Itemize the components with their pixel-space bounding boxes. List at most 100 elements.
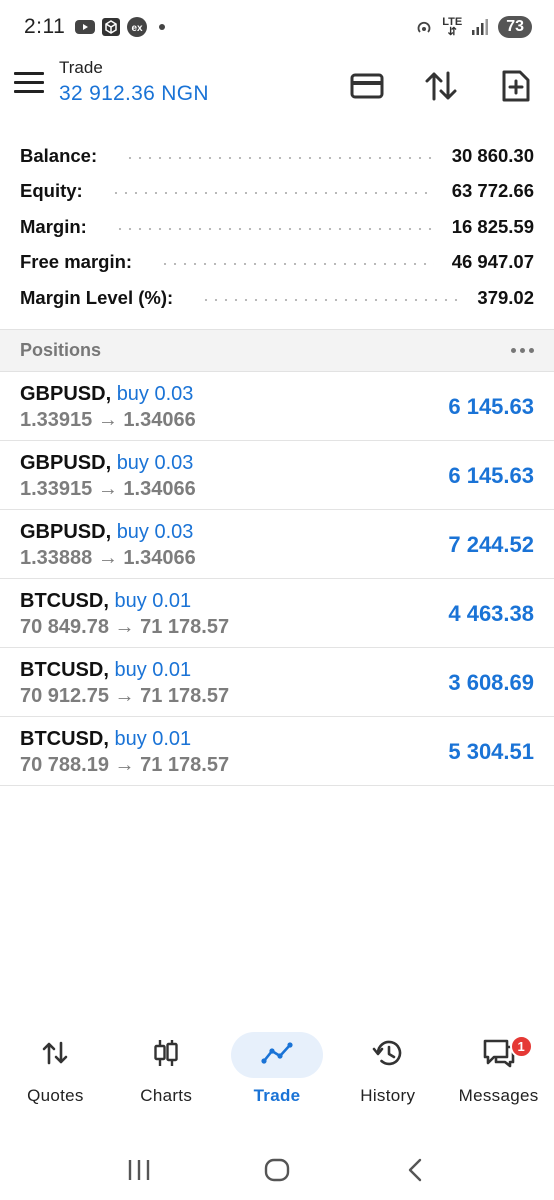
- position-open-price: 1.33915: [20, 478, 93, 500]
- summary-value: 30 860.30: [451, 144, 534, 166]
- status-time: 2:11: [24, 15, 66, 38]
- summary-value: 63 772.66: [451, 180, 534, 202]
- nav-messages[interactable]: 1 Messages: [443, 1028, 554, 1118]
- summary-label: Balance:: [20, 144, 98, 166]
- back-icon[interactable]: [395, 1150, 435, 1190]
- position-symbol: GBPUSD,: [20, 452, 112, 474]
- position-current-price: 71 178.57: [140, 754, 230, 776]
- position-open-price: 70 788.19: [20, 754, 109, 776]
- top-app-bar: Trade 32 912.36 NGN: [0, 54, 554, 118]
- position-open-price: 1.33888: [20, 547, 93, 569]
- arrow-right-icon: →: [114, 754, 135, 776]
- summary-row-equity: Equity: 63 772.66: [0, 174, 554, 210]
- dotted-leader: [160, 263, 434, 266]
- position-symbol: BTCUSD,: [20, 728, 109, 750]
- system-nav-bar: [0, 1140, 554, 1200]
- summary-row-free-margin: Free margin: 46 947.07: [0, 245, 554, 281]
- dotted-leader: [110, 192, 434, 195]
- nav-trade[interactable]: Trade: [222, 1028, 333, 1118]
- summary-label: Free margin:: [20, 251, 133, 273]
- position-current-price: 1.34066: [123, 478, 196, 500]
- position-side: buy 0.03: [116, 521, 194, 543]
- arrow-right-icon: →: [97, 547, 118, 569]
- position-row[interactable]: GBPUSD, buy 0.03 1.33915 → 1.34066 6 145…: [0, 441, 554, 510]
- position-current-price: 1.34066: [123, 547, 196, 569]
- position-symbol: BTCUSD,: [20, 659, 109, 681]
- nav-label: Trade: [253, 1086, 301, 1105]
- arrow-right-icon: →: [114, 685, 135, 707]
- bottom-nav: Quotes Charts Trade History 1 Messages: [0, 1028, 554, 1118]
- sort-arrows-icon[interactable]: [421, 66, 461, 106]
- summary-label: Margin Level (%):: [20, 286, 174, 308]
- status-notification-icons: ex: [75, 17, 166, 37]
- position-row[interactable]: GBPUSD, buy 0.03 1.33888 → 1.34066 7 244…: [0, 510, 554, 579]
- position-side: buy 0.01: [114, 728, 192, 750]
- candlestick-icon: [153, 1039, 179, 1072]
- position-side: buy 0.03: [116, 383, 194, 405]
- position-current-price: 1.34066: [123, 409, 196, 431]
- positions-header: Positions: [0, 329, 554, 372]
- position-side: buy 0.03: [116, 452, 194, 474]
- position-current-price: 71 178.57: [140, 685, 230, 707]
- positions-title: Positions: [20, 340, 102, 360]
- nav-quotes[interactable]: Quotes: [0, 1028, 111, 1118]
- new-order-icon[interactable]: [496, 66, 536, 106]
- position-profit: 6 145.63: [448, 394, 534, 419]
- nav-history[interactable]: History: [332, 1028, 443, 1118]
- dotted-leader: [125, 156, 434, 159]
- card-icon[interactable]: [347, 66, 387, 106]
- position-open-price: 1.33915: [20, 409, 93, 431]
- summary-value: 379.02: [477, 286, 534, 308]
- messages-badge: 1: [509, 1035, 533, 1058]
- battery-icon: 73: [498, 16, 532, 38]
- position-profit: 4 463.38: [448, 601, 534, 626]
- nav-charts[interactable]: Charts: [111, 1028, 222, 1118]
- position-row[interactable]: BTCUSD, buy 0.01 70 788.19 → 71 178.57 5…: [0, 717, 554, 786]
- summary-row-balance: Balance: 30 860.30: [0, 138, 554, 174]
- status-system-icons: LTE ⇵ 73: [414, 16, 532, 38]
- ex-app-label: ex: [132, 23, 144, 34]
- summary-label: Equity:: [20, 180, 83, 202]
- position-row[interactable]: BTCUSD, buy 0.01 70 849.78 → 71 178.57 4…: [0, 579, 554, 648]
- arrow-right-icon: →: [97, 409, 118, 431]
- hamburger-menu-icon[interactable]: [14, 72, 44, 96]
- positions-list: GBPUSD, buy 0.03 1.33915 → 1.34066 6 145…: [0, 372, 554, 786]
- recent-apps-icon[interactable]: [119, 1150, 159, 1190]
- position-profit: 3 608.69: [448, 670, 534, 695]
- youtube-icon: [75, 17, 96, 37]
- app-cube-icon: [101, 17, 121, 37]
- status-bar: 2:11 ex LTE ⇵ 73: [0, 0, 554, 54]
- ex-app-icon: ex: [127, 17, 148, 37]
- position-symbol: GBPUSD,: [20, 383, 112, 405]
- dotted-leader: [201, 298, 460, 301]
- arrow-right-icon: →: [114, 616, 135, 638]
- position-symbol: GBPUSD,: [20, 521, 112, 543]
- position-current-price: 71 178.57: [140, 616, 230, 638]
- hotspot-icon: [414, 17, 434, 37]
- summary-row-margin-level: Margin Level (%): 379.02: [0, 280, 554, 316]
- nav-label: History: [360, 1086, 416, 1105]
- account-summary: Balance: 30 860.30 Equity: 63 772.66 Mar…: [0, 138, 554, 316]
- trend-line-icon: [261, 1041, 293, 1069]
- home-icon[interactable]: [257, 1150, 297, 1190]
- summary-value: 16 825.59: [451, 215, 534, 237]
- position-row[interactable]: BTCUSD, buy 0.01 70 912.75 → 71 178.57 3…: [0, 648, 554, 717]
- summary-row-margin: Margin: 16 825.59: [0, 209, 554, 245]
- position-profit: 5 304.51: [448, 739, 534, 764]
- nav-label: Messages: [458, 1086, 539, 1105]
- position-row[interactable]: GBPUSD, buy 0.03 1.33915 → 1.34066 6 145…: [0, 372, 554, 441]
- notification-dot-icon: [159, 24, 166, 30]
- position-profit: 6 145.63: [448, 463, 534, 488]
- position-open-price: 70 849.78: [20, 616, 109, 638]
- title-block: Trade 32 912.36 NGN: [59, 58, 209, 106]
- arrow-right-icon: →: [97, 478, 118, 500]
- signal-icon: [470, 17, 490, 37]
- dotted-leader: [114, 227, 434, 230]
- nav-label: Charts: [140, 1086, 193, 1105]
- position-side: buy 0.01: [114, 590, 192, 612]
- more-options-icon[interactable]: [511, 348, 534, 353]
- lte-icon: LTE ⇵: [442, 16, 463, 38]
- history-clock-icon: [372, 1038, 404, 1073]
- page-title: Trade: [59, 58, 103, 77]
- position-symbol: BTCUSD,: [20, 590, 109, 612]
